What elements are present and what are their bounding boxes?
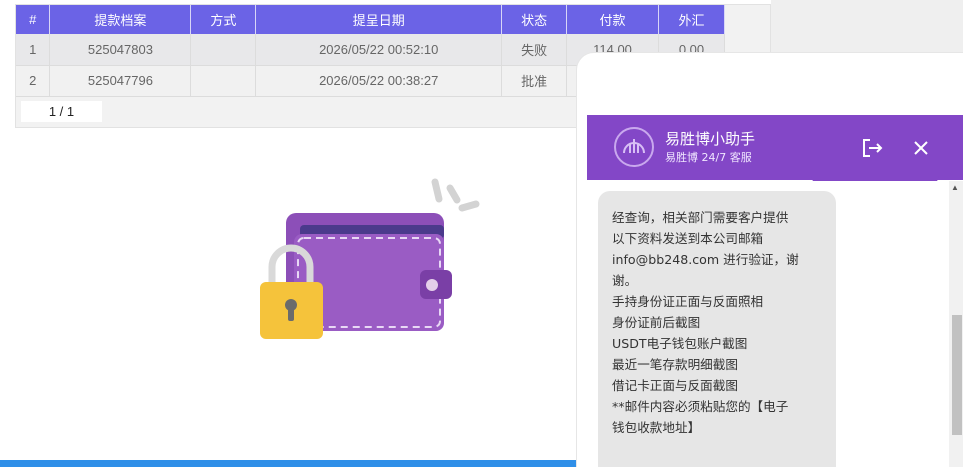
wallet-illustration xyxy=(260,178,480,339)
table-header-row: # 提款档案 方式 提呈日期 状态 付款 外汇 xyxy=(16,5,726,34)
cell-status: 批准 xyxy=(501,65,568,97)
col-forex: 外汇 xyxy=(658,5,726,34)
col-submit-date: 提呈日期 xyxy=(255,5,503,34)
support-avatar xyxy=(614,127,654,167)
chat-subtitle: 易胜博 24/7 客服 xyxy=(665,151,752,164)
cell-method xyxy=(190,34,257,66)
chat-scrollbar-thumb[interactable] xyxy=(952,315,962,435)
col-index: # xyxy=(16,5,51,34)
logout-icon[interactable] xyxy=(861,137,883,159)
chat-header: 易胜博小助手 易胜博 24/7 客服 xyxy=(587,115,963,185)
pagination[interactable]: 1 / 1 xyxy=(21,101,102,122)
cell-withdrawal-id: 525047796 xyxy=(49,65,192,97)
cell-index: 1 xyxy=(16,34,51,66)
col-status: 状态 xyxy=(501,5,568,34)
cell-withdrawal-id: 525047803 xyxy=(49,34,192,66)
agent-message-text: 经查询，相关部门需要客户提供 以下资料发送到本公司邮箱 info@bb248.c… xyxy=(612,210,799,435)
col-withdrawal-id: 提款档案 xyxy=(49,5,192,34)
chat-title: 易胜博小助手 xyxy=(665,130,756,148)
chat-widget: 易胜博小助手 易胜博 24/7 客服 经查询，相关部门需要客户提供 以下资料发送… xyxy=(576,52,963,467)
chat-messages[interactable]: 经查询，相关部门需要客户提供 以下资料发送到本公司邮箱 info@bb248.c… xyxy=(577,181,963,467)
sparkle-lines xyxy=(431,178,480,212)
cell-submit-date: 2026/05/22 00:52:10 xyxy=(255,34,503,66)
close-icon[interactable] xyxy=(910,137,932,159)
col-payment: 付款 xyxy=(566,5,659,34)
cell-method xyxy=(190,65,257,97)
col-method: 方式 xyxy=(190,5,257,34)
agent-message-bubble: 经查询，相关部门需要客户提供 以下资料发送到本公司邮箱 info@bb248.c… xyxy=(598,191,836,467)
bottom-accent-bar xyxy=(0,460,578,467)
cell-index: 2 xyxy=(16,65,51,97)
cell-submit-date: 2026/05/22 00:38:27 xyxy=(255,65,503,97)
scroll-up-arrow-icon[interactable]: ▲ xyxy=(951,183,959,192)
cell-status: 失败 xyxy=(501,34,568,66)
